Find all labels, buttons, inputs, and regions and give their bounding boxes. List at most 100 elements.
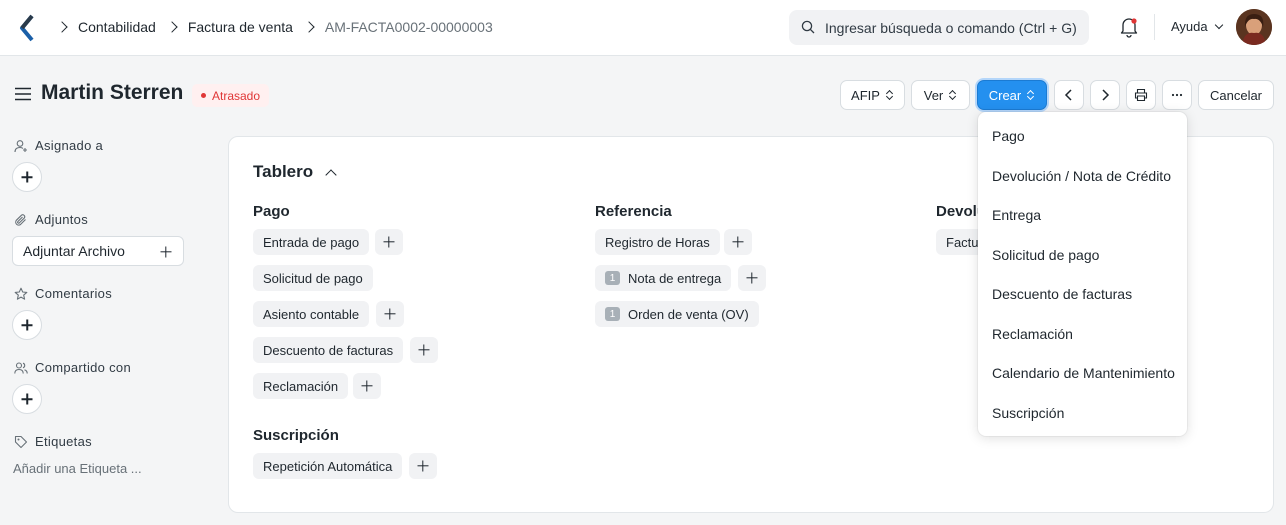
search-icon bbox=[801, 20, 815, 34]
more-horizontal-icon bbox=[1171, 93, 1183, 97]
shared-with-label: Compartido con bbox=[14, 360, 131, 375]
paperclip-icon bbox=[15, 213, 26, 226]
add-invoice-discounting-button[interactable] bbox=[410, 337, 438, 363]
menu-item-credit-note[interactable]: Devolución / Nota de Crédito bbox=[992, 168, 1171, 184]
link-journal-entry[interactable]: Asiento contable bbox=[253, 301, 370, 327]
view-button[interactable]: Ver bbox=[911, 80, 970, 110]
create-label: Crear bbox=[988, 87, 1022, 103]
add-assignee-button[interactable] bbox=[12, 162, 42, 192]
menu-item-dunning[interactable]: Reclamación bbox=[992, 326, 1073, 342]
breadcrumb-accounting[interactable]: Contabilidad bbox=[78, 19, 156, 35]
count-badge: 1 bbox=[605, 271, 620, 285]
avatar[interactable] bbox=[1236, 9, 1272, 45]
chevron-up-icon bbox=[325, 168, 337, 181]
cancel-button[interactable]: Cancelar bbox=[1198, 80, 1274, 110]
comments-label: Comentarios bbox=[14, 286, 112, 301]
afip-label: AFIP bbox=[851, 87, 880, 103]
afip-button[interactable]: AFIP bbox=[840, 80, 905, 110]
status-badge: Atrasado bbox=[192, 84, 270, 107]
add-payment-entry-button[interactable] bbox=[375, 229, 403, 255]
status-label: Atrasado bbox=[212, 88, 261, 103]
printer-icon bbox=[1134, 88, 1148, 102]
navbar: Contabilidad Factura de venta AM-FACTA00… bbox=[0, 0, 1286, 56]
previous-button[interactable] bbox=[1054, 80, 1084, 110]
search-placeholder: Ingresar búsqueda o comando (Ctrl + G) bbox=[825, 19, 1077, 36]
help-label: Ayuda bbox=[1171, 19, 1208, 34]
link-payment-request[interactable]: Solicitud de pago bbox=[253, 265, 373, 291]
plus-icon bbox=[417, 460, 429, 472]
attachments-label: Adjuntos bbox=[14, 212, 88, 227]
link-sales-order[interactable]: 1 Orden de venta (OV) bbox=[595, 301, 759, 327]
plus-icon bbox=[732, 236, 744, 248]
add-journal-entry-button[interactable] bbox=[376, 301, 404, 327]
link-dunning[interactable]: Reclamación bbox=[253, 373, 349, 399]
tag-icon bbox=[14, 435, 28, 448]
attach-file-label: Adjuntar Archivo bbox=[23, 243, 125, 259]
plus-icon bbox=[418, 344, 430, 356]
plus-icon bbox=[160, 246, 171, 257]
add-dunning-button[interactable] bbox=[353, 373, 381, 399]
select-arrows-icon bbox=[949, 89, 957, 101]
tags-text: Etiquetas bbox=[35, 434, 92, 449]
menu-item-maintenance-schedule[interactable]: Calendario de Mantenimiento bbox=[992, 365, 1175, 381]
shared-with-text: Compartido con bbox=[35, 360, 131, 375]
dashboard-header[interactable]: Tablero bbox=[253, 162, 337, 182]
add-timesheet-button[interactable] bbox=[724, 229, 752, 255]
search-input[interactable]: Ingresar búsqueda o comando (Ctrl + G) bbox=[789, 10, 1089, 45]
cancel-label: Cancelar bbox=[1209, 87, 1263, 103]
next-button[interactable] bbox=[1090, 80, 1120, 110]
attach-file-button[interactable]: Adjuntar Archivo bbox=[12, 236, 184, 266]
link-payment-entry[interactable]: Entrada de pago bbox=[253, 229, 370, 255]
plus-icon bbox=[746, 272, 758, 284]
add-auto-repeat-button[interactable] bbox=[409, 453, 437, 479]
plus-icon bbox=[383, 236, 395, 248]
select-arrows-icon bbox=[886, 89, 894, 101]
menu-item-payment-request[interactable]: Solicitud de pago bbox=[992, 247, 1099, 263]
add-tag-link[interactable]: Añadir una Etiqueta ... bbox=[13, 461, 142, 476]
sales-order-label: Orden de venta (OV) bbox=[628, 306, 749, 322]
link-auto-repeat[interactable]: Repetición Automática bbox=[253, 453, 403, 479]
divider bbox=[1154, 14, 1155, 40]
assigned-to-text: Asignado a bbox=[35, 138, 104, 153]
chevron-left-icon bbox=[1064, 89, 1072, 101]
plus-icon bbox=[384, 308, 396, 320]
bell-icon[interactable] bbox=[1119, 16, 1139, 38]
delivery-note-label: Nota de entrega bbox=[628, 270, 722, 286]
menu-item-invoice-discounting[interactable]: Descuento de facturas bbox=[992, 286, 1132, 302]
plus-icon bbox=[361, 380, 373, 392]
count-badge: 1 bbox=[605, 307, 620, 321]
chevron-down-icon bbox=[1214, 20, 1223, 30]
add-share-button[interactable] bbox=[12, 384, 42, 414]
add-delivery-note-button[interactable] bbox=[738, 265, 766, 291]
app-logo-icon[interactable] bbox=[18, 14, 36, 42]
link-invoice-discounting[interactable]: Descuento de facturas bbox=[253, 337, 404, 363]
create-button[interactable]: Crear bbox=[977, 80, 1047, 110]
user-add-icon bbox=[14, 139, 27, 152]
hamburger-menu-icon[interactable] bbox=[14, 87, 32, 101]
more-actions-button[interactable] bbox=[1162, 80, 1192, 110]
create-dropdown-menu: Pago Devolución / Nota de Crédito Entreg… bbox=[978, 112, 1187, 436]
group-title-pago: Pago bbox=[253, 203, 290, 220]
breadcrumb-sales-invoice[interactable]: Factura de venta bbox=[188, 19, 293, 35]
breadcrumb-document[interactable]: AM-FACTA0002-00000003 bbox=[325, 19, 493, 35]
link-timesheet[interactable]: Registro de Horas bbox=[595, 229, 720, 255]
assigned-to-label: Asignado a bbox=[14, 138, 103, 153]
chevron-right-icon bbox=[56, 21, 68, 33]
attachments-text: Adjuntos bbox=[35, 212, 88, 227]
menu-item-delivery[interactable]: Entrega bbox=[992, 207, 1041, 223]
chevron-right-icon bbox=[1102, 89, 1110, 101]
comments-text: Comentarios bbox=[35, 286, 112, 301]
add-comment-button[interactable] bbox=[12, 310, 42, 340]
menu-item-payment[interactable]: Pago bbox=[992, 128, 1025, 144]
star-icon bbox=[14, 287, 28, 300]
group-title-reference: Referencia bbox=[595, 203, 672, 220]
chevron-right-icon bbox=[166, 21, 178, 33]
status-dot bbox=[201, 93, 206, 98]
tags-label: Etiquetas bbox=[14, 434, 92, 449]
chevron-right-icon bbox=[303, 21, 315, 33]
help-dropdown[interactable]: Ayuda bbox=[1171, 19, 1223, 34]
menu-item-subscription[interactable]: Suscripción bbox=[992, 405, 1064, 421]
print-button[interactable] bbox=[1126, 80, 1156, 110]
group-title-subscription: Suscripción bbox=[253, 427, 339, 444]
link-delivery-note[interactable]: 1 Nota de entrega bbox=[595, 265, 732, 291]
